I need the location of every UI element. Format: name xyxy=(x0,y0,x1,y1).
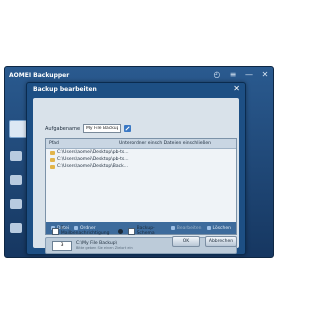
folder-icon xyxy=(50,157,55,162)
source-file-list: Pfad Unterordner einsch Dateien einschli… xyxy=(45,138,237,235)
backup-scheme-checkbox[interactable] xyxy=(127,227,135,235)
sidebar-item-restore[interactable] xyxy=(10,175,22,185)
sidebar-item-tools[interactable] xyxy=(10,223,22,233)
delete-button[interactable]: Löschen xyxy=(206,225,231,231)
edit-button[interactable]: Bearbeiten xyxy=(170,225,202,231)
file-path: C:\Users\aomei\Desktop\Back... xyxy=(57,164,129,169)
ok-button[interactable]: OK xyxy=(172,236,200,247)
sidebar-item-backup[interactable] xyxy=(10,151,22,161)
minimize-icon[interactable]: — xyxy=(245,70,253,79)
task-name-row: Aufgabename xyxy=(45,124,132,133)
list-header: Pfad Unterordner einsch Dateien einschli… xyxy=(46,139,236,149)
edit-label: Bearbeiten xyxy=(176,225,202,231)
menu-icon[interactable]: ≡ xyxy=(229,70,237,79)
info-icon[interactable] xyxy=(117,228,123,234)
options-row: E-Mailbenachrichtigung Backup-Schema xyxy=(52,226,172,236)
folder-icon xyxy=(50,164,55,169)
close-icon[interactable]: ✕ xyxy=(261,70,269,79)
destination-hint: Bitte geben Sie einen Zielort ein xyxy=(76,246,133,250)
sidebar-item-clone[interactable] xyxy=(10,199,22,209)
task-name-label: Aufgabename xyxy=(45,125,81,132)
folder-icon xyxy=(50,150,55,155)
sidebar xyxy=(5,117,29,257)
dialog-title: Backup bearbeiten xyxy=(33,86,97,93)
email-notification-label: E-Mailbenachrichtigung xyxy=(60,226,110,236)
delete-icon xyxy=(206,226,211,230)
destination-text: C:\My File Backup\ Bitte geben Sie einen… xyxy=(76,241,133,250)
app-title: AOMEI Backupper xyxy=(9,72,70,79)
cancel-button[interactable]: Abbrechen xyxy=(205,236,237,247)
file-path: C:\Users\aomei\Desktop\pb-ts... xyxy=(57,157,129,162)
history-icon[interactable]: ◴ xyxy=(213,70,221,79)
window-controls: ◴ ≡ — ✕ xyxy=(213,70,269,79)
list-item[interactable]: C:\Users\aomei\Desktop\Back... xyxy=(46,163,236,170)
dialog-close-icon[interactable]: ✕ xyxy=(233,84,240,93)
file-path: C:\Users\aomei\Desktop\pb-ts... xyxy=(57,150,129,155)
step-number: 3 xyxy=(52,240,72,251)
column-path: Pfad xyxy=(49,141,59,146)
email-notification-checkbox[interactable] xyxy=(52,227,59,235)
task-name-input[interactable] xyxy=(83,124,122,133)
backup-scheme-label: Backup-Schema xyxy=(136,226,155,236)
edit-icon[interactable] xyxy=(124,125,132,132)
list-item[interactable]: C:\Users\aomei\Desktop\pb-ts... xyxy=(46,156,236,163)
list-item[interactable]: C:\Users\aomei\Desktop\pb-ts... xyxy=(46,149,236,156)
delete-label: Löschen xyxy=(212,225,231,231)
column-include-subfolders: Unterordner einsch Dateien einschließen xyxy=(119,141,212,146)
list-body: C:\Users\aomei\Desktop\pb-ts... C:\Users… xyxy=(46,149,236,207)
